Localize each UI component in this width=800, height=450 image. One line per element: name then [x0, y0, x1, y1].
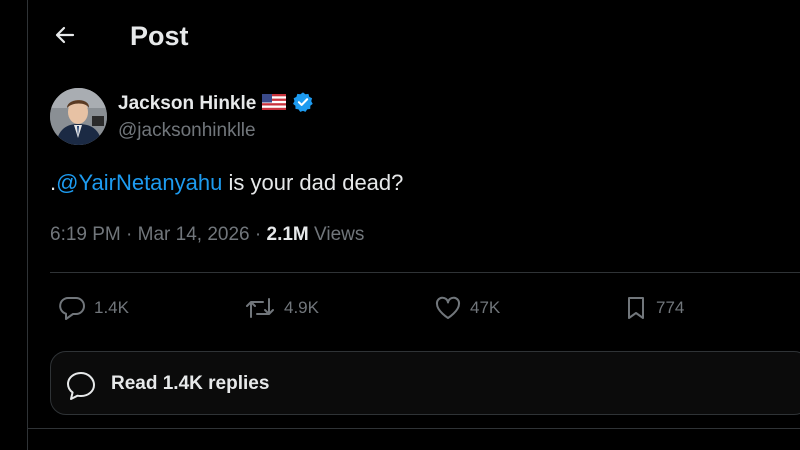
back-arrow-icon — [53, 23, 77, 52]
bookmark-count: 774 — [656, 298, 685, 317]
post-time[interactable]: 6:19 PM — [50, 224, 121, 246]
post-meta: 6:19 PM · Mar 14, 2026 · 2.1M Views — [50, 224, 364, 246]
reply-icon — [58, 295, 86, 321]
bookmark-icon — [624, 295, 648, 321]
reply-bubble-icon — [65, 370, 99, 407]
action-bar: 1.4K 4.9K 47K 774 — [50, 290, 800, 326]
bookmark-button[interactable]: 774 — [624, 290, 684, 326]
views-label: Views — [308, 224, 365, 245]
post-date[interactable]: Mar 14, 2026 — [138, 224, 250, 246]
author-name-row: Jackson Hinkle — [118, 91, 314, 118]
repost-icon — [244, 295, 276, 321]
like-count: 47K — [470, 298, 501, 317]
author-name[interactable]: Jackson Hinkle — [118, 93, 256, 115]
avatar[interactable] — [50, 88, 107, 145]
bottom-divider — [27, 428, 800, 429]
like-button[interactable]: 47K — [434, 290, 500, 326]
reply-button[interactable]: 1.4K — [58, 290, 129, 326]
meta-separator: · — [120, 224, 138, 245]
read-replies-button[interactable]: Read 1.4K replies — [50, 351, 800, 415]
read-replies-label: Read 1.4K replies — [111, 373, 270, 394]
verified-badge-icon — [292, 91, 314, 118]
post-text: .@YairNetanyahu is your dad dead? — [50, 170, 403, 196]
back-button[interactable] — [50, 22, 80, 52]
reply-count: 1.4K — [94, 298, 129, 317]
page-title: Post — [130, 21, 189, 51]
heart-icon — [434, 295, 462, 321]
repost-count: 4.9K — [284, 298, 319, 317]
views-count: 2.1M — [266, 224, 309, 245]
meta-separator: · — [249, 224, 267, 245]
author-handle[interactable]: @jacksonhinklle — [118, 120, 256, 142]
post-text-body: is your dad dead? — [222, 170, 404, 195]
divider — [50, 272, 800, 273]
mention-link[interactable]: @YairNetanyahu — [56, 170, 222, 195]
top-bar: Post — [0, 0, 800, 72]
repost-button[interactable]: 4.9K — [244, 290, 319, 326]
us-flag-icon — [262, 93, 287, 115]
